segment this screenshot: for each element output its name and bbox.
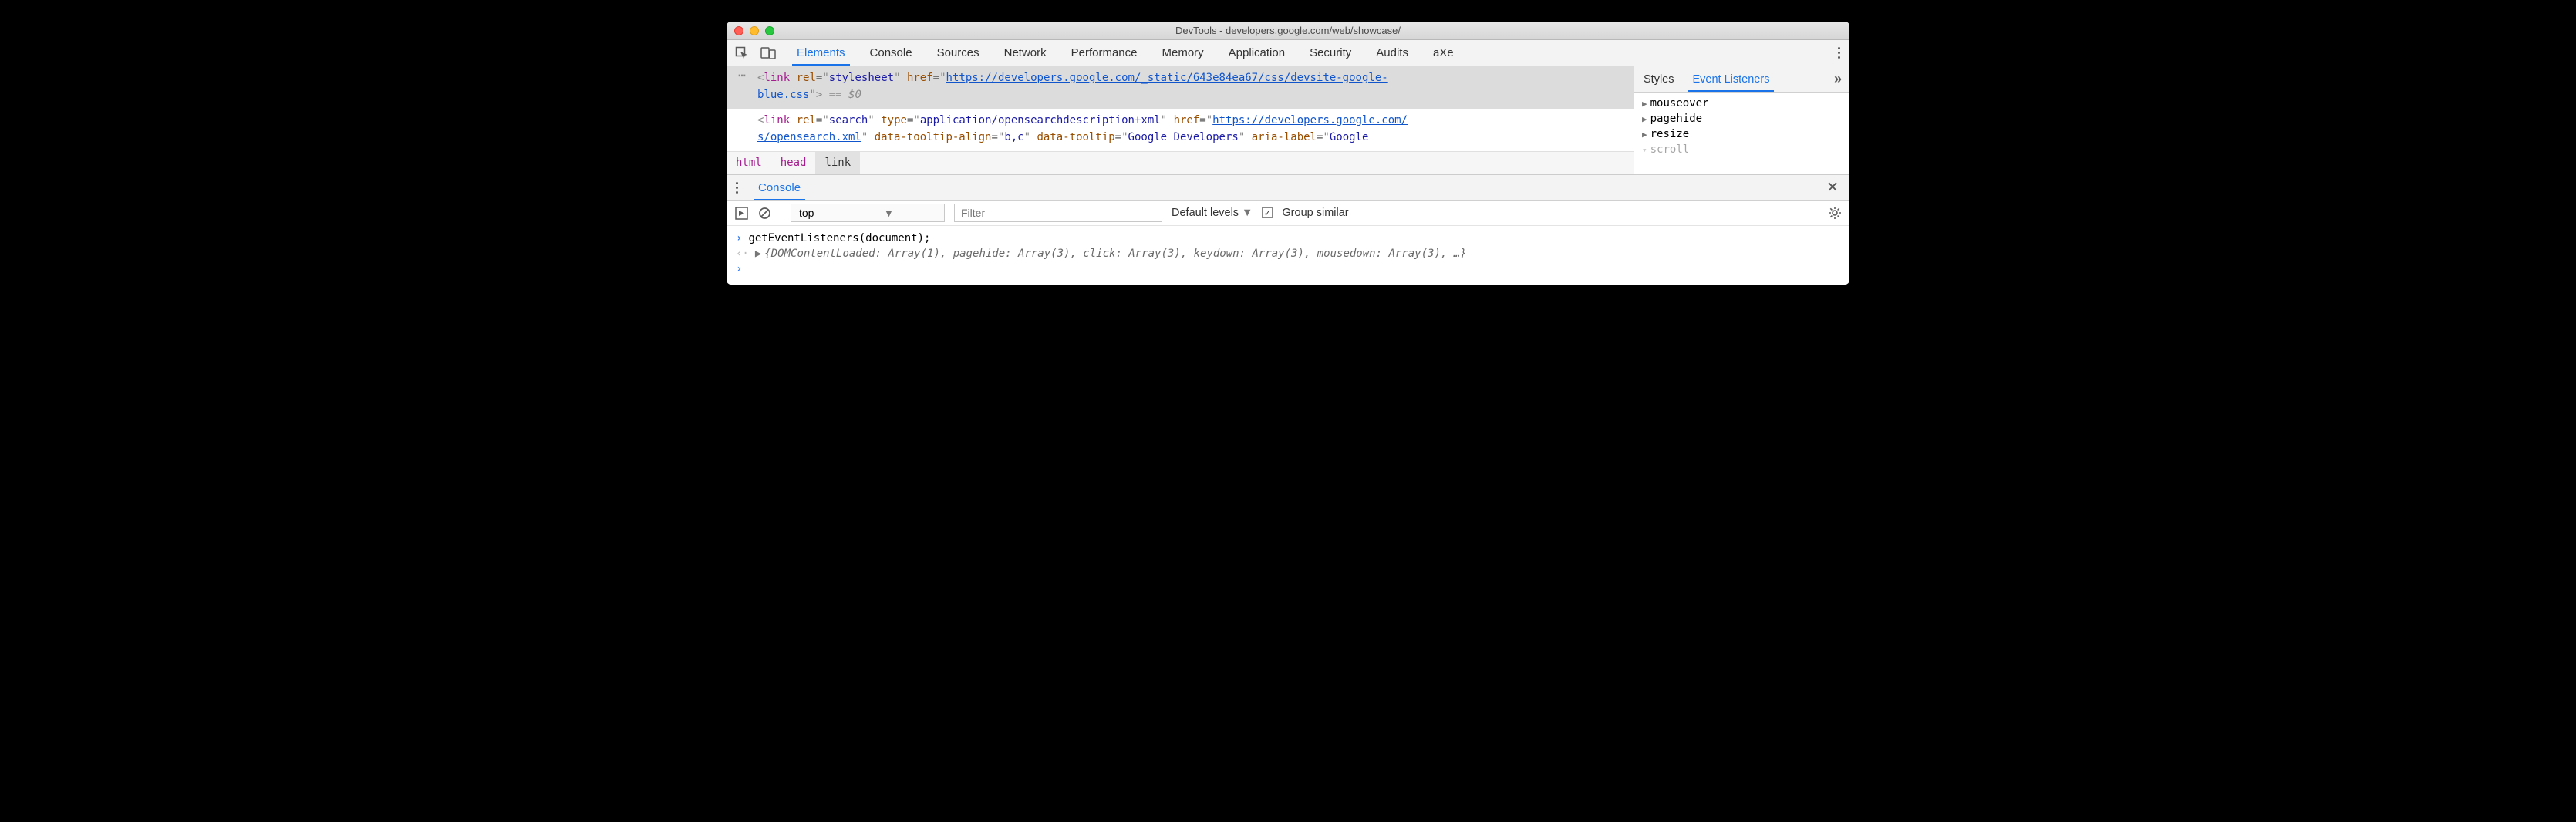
main-split: ⋯ <link rel="stylesheet" href="https://d… [727,66,1849,174]
disclosure-triangle-icon[interactable]: ▾ [1642,145,1647,155]
console-result[interactable]: ▶{DOMContentLoaded: Array(1), pagehide: … [755,248,1467,260]
console-input-row: › getEventListeners(document); [727,231,1849,246]
tab-audits[interactable]: Audits [1364,40,1421,66]
window-title: DevTools - developers.google.com/web/sho… [727,25,1849,36]
sidebar-tabs: Styles Event Listeners » [1634,66,1849,93]
tab-application[interactable]: Application [1216,40,1297,66]
main-tabs: Elements Console Sources Network Perform… [784,40,1829,66]
dom-node-content: <link rel="search" type="application/ope… [757,109,1634,151]
console-command: getEventListeners(document); [748,232,930,244]
console-drawer: Console ✕ top▼ Default levels ▼ ✓ Group … [727,174,1849,285]
console-settings-icon[interactable] [1828,206,1842,220]
tab-elements[interactable]: Elements [784,40,858,66]
dom-node-content: <link rel="stylesheet" href="https://dev… [757,66,1634,109]
dom-node[interactable]: <link rel="search" type="application/ope… [727,109,1634,151]
crumb-html[interactable]: html [727,152,771,174]
drawer-close-icon[interactable]: ✕ [1816,179,1849,197]
devtools-window: DevTools - developers.google.com/web/sho… [727,22,1849,285]
maximize-window-button[interactable] [765,26,774,35]
listener-item[interactable]: ▶mouseover [1634,96,1849,111]
listener-item[interactable]: ▶resize [1634,126,1849,142]
log-levels-selector[interactable]: Default levels ▼ [1172,207,1253,219]
group-similar-checkbox[interactable]: ✓ [1262,207,1273,218]
dom-breadcrumbs: html head link [727,151,1634,174]
main-toolbar: Elements Console Sources Network Perform… [727,40,1849,66]
crumb-link[interactable]: link [815,152,860,174]
console-prompt-row[interactable]: › [727,261,1849,277]
styles-sidebar: Styles Event Listeners » ▶mouseover ▶pag… [1634,66,1849,174]
drawer-tab-console[interactable]: Console [747,175,811,200]
sidebar-more-icon[interactable]: » [1826,71,1849,87]
live-expression-icon[interactable] [734,206,748,220]
listener-item[interactable]: ▶pagehide [1634,111,1849,126]
dom-tree[interactable]: ⋯ <link rel="stylesheet" href="https://d… [727,66,1634,151]
drawer-menu-icon[interactable] [736,182,738,194]
console-output[interactable]: › getEventListeners(document); ‹· ▶{DOMC… [727,226,1849,285]
inspect-element-icon[interactable] [734,45,750,61]
close-window-button[interactable] [734,26,743,35]
crumb-head[interactable]: head [771,152,816,174]
elements-pane: ⋯ <link rel="stylesheet" href="https://d… [727,66,1634,174]
listener-item[interactable]: ▾scroll [1634,142,1849,157]
toolbar-left-controls [727,40,784,66]
more-menu-icon[interactable] [1838,47,1840,59]
caret-down-icon: ▼ [883,207,894,219]
caret-down-icon: ▼ [1242,207,1253,219]
titlebar: DevTools - developers.google.com/web/sho… [727,22,1849,40]
sidebar-tab-event-listeners[interactable]: Event Listeners [1684,66,1779,92]
disclosure-triangle-icon[interactable]: ▶ [1642,130,1647,140]
device-toggle-icon[interactable] [760,45,776,61]
sidebar-tab-styles[interactable]: Styles [1634,66,1684,92]
console-result-row: ‹· ▶{DOMContentLoaded: Array(1), pagehid… [727,246,1849,261]
tab-security[interactable]: Security [1297,40,1364,66]
tab-performance[interactable]: Performance [1059,40,1150,66]
dom-row-menu-icon[interactable]: ⋯ [738,69,746,82]
tab-memory[interactable]: Memory [1150,40,1216,66]
context-selector[interactable]: top▼ [791,204,945,222]
new-prompt-icon: › [736,263,742,275]
window-controls [727,26,774,35]
dom-node-selected[interactable]: ⋯ <link rel="stylesheet" href="https://d… [727,66,1634,109]
clear-console-icon[interactable] [757,206,771,220]
drawer-header: Console ✕ [727,175,1849,201]
disclosure-triangle-icon[interactable]: ▶ [1642,99,1647,109]
output-prompt-icon: ‹· [736,248,749,260]
expand-object-icon[interactable]: ▶ [755,248,761,260]
tab-network[interactable]: Network [992,40,1059,66]
disclosure-triangle-icon[interactable]: ▶ [1642,114,1647,124]
console-toolbar: top▼ Default levels ▼ ✓ Group similar [727,201,1849,226]
minimize-window-button[interactable] [750,26,759,35]
tab-sources[interactable]: Sources [925,40,992,66]
input-prompt-icon: › [736,232,742,244]
event-listeners-list: ▶mouseover ▶pagehide ▶resize ▾scroll [1634,93,1849,174]
toolbar-right [1829,47,1849,59]
console-filter-input[interactable] [954,204,1162,222]
tab-axe[interactable]: aXe [1421,40,1466,66]
group-similar-label: Group similar [1282,207,1348,219]
tab-console[interactable]: Console [858,40,925,66]
